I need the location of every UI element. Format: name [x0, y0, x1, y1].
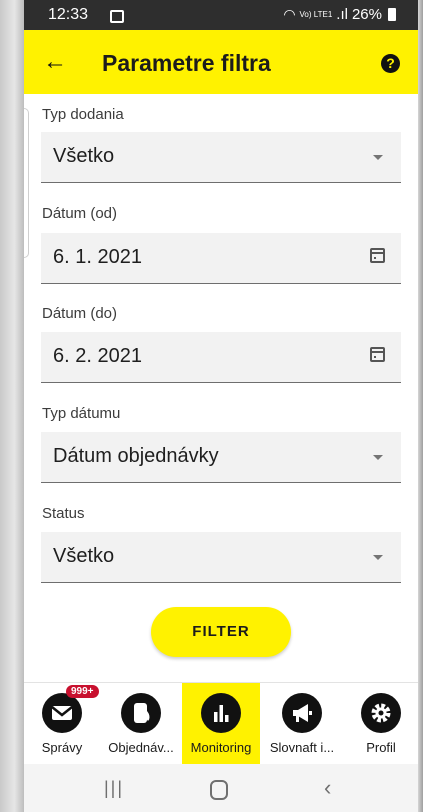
status-indicators: ◠ Vo) LTE1 .ıl 26%	[283, 6, 396, 23]
signal-icon: .ıl	[336, 6, 348, 23]
dropdown-arrow-icon	[373, 155, 383, 160]
nav-item-objednavky[interactable]: Objednáv...	[100, 683, 182, 765]
delivery-type-label: Typ dodania	[42, 106, 124, 123]
date-to-field[interactable]: 6. 2. 2021	[41, 332, 401, 383]
filter-button[interactable]: FILTER	[151, 607, 291, 657]
envelope-icon: 999+	[42, 685, 99, 733]
system-navigation-bar: ||| ‹	[24, 764, 418, 812]
recent-apps-icon[interactable]: |||	[104, 778, 124, 799]
bar-chart-icon	[201, 693, 241, 733]
status-time: 12:33	[48, 6, 89, 23]
gear-icon	[361, 693, 401, 733]
dropdown-arrow-icon	[373, 455, 383, 460]
date-to-value: 6. 2. 2021	[53, 345, 142, 367]
delivery-type-select[interactable]: Všetko	[41, 132, 401, 183]
megaphone-icon	[282, 693, 322, 733]
system-back-icon[interactable]: ‹	[324, 775, 331, 801]
date-from-value: 6. 1. 2021	[53, 246, 142, 268]
nav-item-monitoring[interactable]: Monitoring	[182, 683, 260, 765]
app-bar: ← Parametre filtra ?	[24, 30, 418, 94]
nav-item-slovnaft[interactable]: Slovnaft i...	[260, 683, 344, 765]
status-label: Status	[42, 505, 85, 522]
back-arrow-icon[interactable]: ←	[40, 48, 70, 78]
device-bezel-right	[418, 0, 423, 812]
status-select[interactable]: Všetko	[41, 532, 401, 583]
date-type-select[interactable]: Dátum objednávky	[41, 432, 401, 483]
page-title: Parametre filtra	[102, 50, 271, 76]
phone-screen: 12:33 ◠ Vo) LTE1 .ıl 26% ← Parametre fil…	[24, 0, 418, 812]
nav-item-spravy[interactable]: 999+ Správy	[24, 683, 100, 765]
device-bezel-left	[0, 0, 24, 812]
bottom-navigation: 999+ Správy Objednáv... Monitoring Slovn…	[24, 682, 418, 765]
network-label: Vo) LTE1	[299, 9, 333, 19]
status-value: Všetko	[53, 545, 115, 567]
date-from-field[interactable]: 6. 1. 2021	[41, 233, 401, 284]
notification-icon	[110, 10, 124, 23]
nav-label-profil: Profil	[366, 740, 396, 755]
background-card-edge	[24, 108, 29, 258]
nav-item-profil[interactable]: Profil	[344, 683, 418, 765]
nav-label-slovnaft: Slovnaft i...	[269, 740, 335, 755]
delivery-type-value: Všetko	[53, 145, 115, 167]
wifi-icon: ◠	[283, 6, 296, 22]
nav-label-objednavky: Objednáv...	[108, 740, 174, 755]
date-type-value: Dátum objednávky	[53, 445, 219, 467]
message-count-badge: 999+	[66, 685, 99, 698]
nav-label-spravy: Správy	[41, 740, 83, 755]
battery-percent: 26%	[351, 6, 382, 23]
date-to-label: Dátum (do)	[42, 305, 118, 322]
status-bar: 12:33 ◠ Vo) LTE1 .ıl 26%	[24, 0, 418, 30]
battery-icon	[388, 8, 396, 21]
help-icon[interactable]: ?	[381, 54, 400, 73]
date-type-label: Typ dátumu	[42, 405, 121, 422]
calendar-icon[interactable]	[370, 347, 385, 362]
fuel-drop-icon	[121, 693, 161, 733]
dropdown-arrow-icon	[373, 555, 383, 560]
date-from-label: Dátum (od)	[42, 205, 118, 222]
home-icon[interactable]	[210, 780, 228, 800]
calendar-icon[interactable]	[370, 248, 385, 263]
nav-label-monitoring: Monitoring	[190, 740, 252, 755]
